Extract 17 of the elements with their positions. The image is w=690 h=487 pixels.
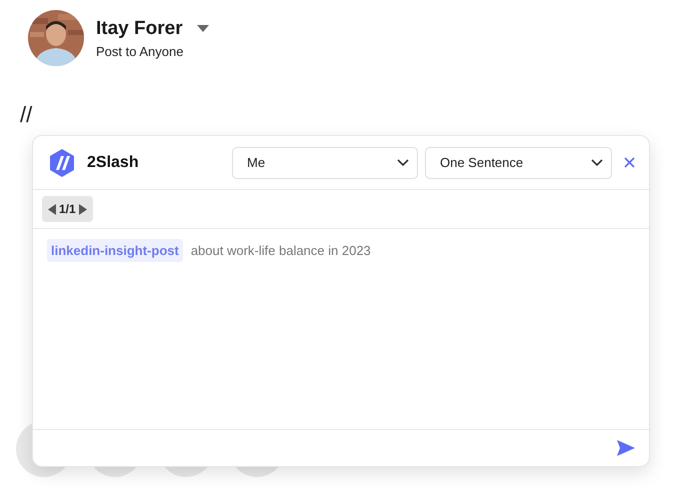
audience-label[interactable]: Post to Anyone [96, 44, 209, 58]
dropdown[interactable]: Me [232, 146, 418, 178]
pager[interactable]: 1/1 [42, 196, 93, 222]
logo-icon [47, 148, 77, 178]
next-icon[interactable] [78, 204, 87, 214]
command-tag: linkedin-insight-post [47, 239, 183, 262]
prompt-text[interactable]: about work-life balance in 2023 [190, 239, 371, 258]
chevron-icon [591, 158, 603, 166]
chevron-icon [397, 158, 409, 166]
send-icon[interactable] [617, 440, 635, 456]
assistant-title: 2Slash [87, 154, 140, 172]
close-button[interactable] [624, 157, 635, 168]
editor-text[interactable]: // [20, 102, 32, 128]
dropdown[interactable]: One Sentence [425, 146, 612, 178]
author-name: Itay Forer [96, 18, 183, 40]
previous-icon[interactable] [48, 204, 56, 214]
caret-icon[interactable] [196, 25, 209, 32]
